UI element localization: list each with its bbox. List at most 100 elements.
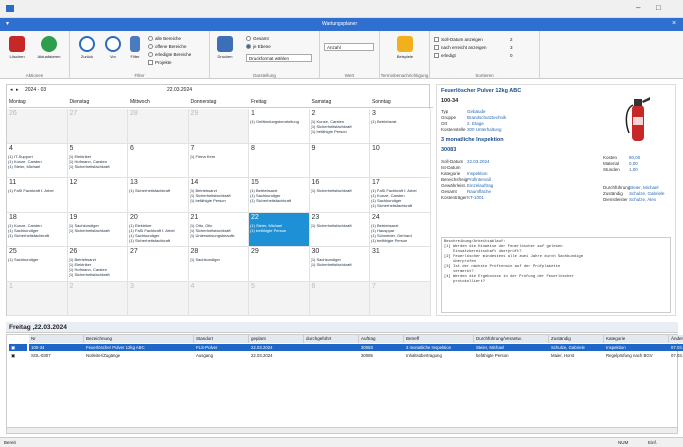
calendar-day-cell[interactable]: 22 (1) Steier, Michael (1) befähigte Perso… bbox=[249, 212, 310, 247]
per-level-radio[interactable]: je Ebene bbox=[246, 44, 271, 50]
refresh-button[interactable]: Aktualisieren bbox=[36, 36, 62, 59]
calendar-event[interactable]: (1) befähigte Person bbox=[311, 129, 369, 134]
calendar-event[interactable]: (1) Sicherheitsfachkraft bbox=[311, 262, 369, 267]
column-header[interactable]: Standort bbox=[194, 335, 249, 343]
column-header[interactable]: Betreff bbox=[404, 335, 474, 343]
all-areas-radio[interactable]: alle Bereiche bbox=[148, 36, 181, 42]
calendar-day-cell[interactable]: 2 bbox=[67, 281, 128, 316]
calendar-day-cell[interactable]: 26 bbox=[7, 109, 68, 144]
calendar-day-cell[interactable]: 25 (1) Sachkundiger bbox=[7, 247, 68, 282]
calendar-day-cell[interactable]: 23 (1) Sicherheitsfachkraft bbox=[309, 212, 370, 247]
calendar-day-cell[interactable]: 20 (1) Elektriker (1) FaSi Fachkraft f. Ar… bbox=[128, 212, 189, 247]
projects-checkbox[interactable]: Projekte bbox=[148, 60, 172, 66]
column-header[interactable]: Auftrag bbox=[359, 335, 404, 343]
minimize-button[interactable]: – bbox=[636, 3, 640, 12]
calendar-event[interactable]: (1) Betriebsrat bbox=[371, 119, 429, 124]
calendar-event[interactable]: (1) Sicherheitsfachkraft bbox=[129, 238, 187, 243]
calendar-day-cell[interactable]: 3 bbox=[128, 281, 189, 316]
calendar-day-cell[interactable]: 5 (1) Elektriker (1) Hofmann, Carsten (1) S… bbox=[67, 143, 128, 178]
done-checkbox[interactable]: erledigt bbox=[434, 53, 456, 59]
calendar-event[interactable]: (1) Firma Kern bbox=[190, 154, 248, 159]
calendar-event[interactable]: (1) Gefährdungsbeurteilung bbox=[250, 119, 308, 124]
calendar-day-cell[interactable]: 6 bbox=[309, 281, 370, 316]
calendar-day-cell[interactable]: 28 (1) Sachkundiger bbox=[188, 247, 249, 282]
calendar-event[interactable]: (1) Sachkundiger bbox=[8, 257, 66, 262]
done-areas-radio[interactable]: erledigte Bereiche bbox=[148, 52, 191, 58]
calendar-day-cell[interactable]: 17 (1) FaSi Fachkraft f. Arbei (1) Kunze, … bbox=[370, 178, 431, 213]
forward-button[interactable]: Vor bbox=[100, 36, 126, 59]
calendar-day-cell[interactable]: 11 (1) FaSi Fachkraft f. Arbei bbox=[7, 178, 68, 213]
maximize-button[interactable]: □ bbox=[656, 3, 661, 12]
calendar-event[interactable]: (1) Sachkundiger bbox=[190, 257, 248, 262]
calendar-day-cell[interactable]: 10 bbox=[370, 143, 431, 178]
calendar-day-cell[interactable]: 30 (1) Sachkundiger (1) Sicherheitsfachkra… bbox=[309, 247, 370, 282]
calendar-event[interactable]: (1) befähigte Person bbox=[371, 238, 429, 243]
calendar-day-cell[interactable]: 1 (1) Gefährdungsbeurteilung bbox=[249, 109, 310, 144]
column-header[interactable]: durchgeführt bbox=[304, 335, 359, 343]
file-menu-button[interactable]: ▾ bbox=[6, 20, 9, 27]
calendar-event[interactable]: (1) FaSi Fachkraft f. Arbei bbox=[8, 188, 66, 193]
delete-button[interactable]: Löschen bbox=[4, 36, 30, 59]
print-button[interactable]: Drucken bbox=[212, 36, 238, 59]
calendar-day-cell[interactable]: 21 (1) Otto, Olin (1) Sicherheitsfachkraft… bbox=[188, 212, 249, 247]
open-areas-radio[interactable]: offene Bereiche bbox=[148, 44, 186, 50]
horizontal-scrollbar[interactable] bbox=[7, 427, 677, 433]
calendar-day-cell[interactable]: 6 bbox=[128, 143, 189, 178]
calendar-day-cell[interactable]: 24 (1) Betriebsarzt (1) Hausppar (1) Schnei… bbox=[370, 212, 431, 247]
show-reached-checkbox[interactable]: nach erreicht anzeigen bbox=[434, 45, 487, 51]
calendar-event[interactable]: (1) Sicherheitsfachkraft bbox=[250, 198, 308, 203]
calendar-event[interactable]: (1) befähigte Person bbox=[250, 228, 308, 233]
calendar-event[interactable]: (1) Unterweisungsbeauftr. bbox=[190, 233, 248, 238]
calendar-day-cell[interactable]: 18 (1) Kunze, Carsten (1) Sachkundiger (1) … bbox=[7, 212, 68, 247]
work-instructions[interactable]: Beschreibung/Arbeitsablauf: [1] Werden di… bbox=[441, 237, 671, 313]
calendar-day-cell[interactable]: 8 bbox=[249, 143, 310, 178]
calendar-day-cell[interactable]: 27 bbox=[67, 109, 128, 144]
calendar-event[interactable]: (1) Sicherheitsfachkraft bbox=[69, 272, 127, 277]
column-header[interactable]: Zuständig bbox=[549, 335, 604, 343]
calendar-day-cell[interactable]: 14 (1) Betriebsarzt (1) Sicherheitsfachkra… bbox=[188, 178, 249, 213]
calendar-event[interactable]: (1) Sicherheitsfachkraft bbox=[311, 188, 369, 193]
calendar-day-cell[interactable]: 3 (1) Betriebsrat bbox=[370, 109, 431, 144]
calendar-day-cell[interactable]: 27 bbox=[128, 247, 189, 282]
calendar-day-cell[interactable]: 7 bbox=[370, 281, 431, 316]
column-header[interactable]: geplant bbox=[249, 335, 304, 343]
examples-button[interactable]: Beispiele bbox=[392, 36, 418, 59]
prev-month-icon[interactable]: ◂ bbox=[10, 87, 13, 93]
calendar-day-cell[interactable]: 16 (1) Sicherheitsfachkraft bbox=[309, 178, 370, 213]
print-format-combo[interactable]: Druckformat wählen bbox=[246, 54, 312, 62]
calendar-day-cell[interactable]: 28 bbox=[128, 109, 189, 144]
column-header[interactable]: Nr bbox=[29, 335, 84, 343]
calendar-event[interactable]: (1) Steier, Michael bbox=[8, 164, 66, 169]
calendar-day-cell[interactable]: 31 bbox=[370, 247, 431, 282]
calendar-day-cell[interactable]: 12 bbox=[67, 178, 128, 213]
calendar-day-cell[interactable]: 15 (1) Betriebsarzt (1) Sachkundiger (1) Si… bbox=[249, 178, 310, 213]
calendar-event[interactable]: (1) Sicherheitsfachkraft bbox=[8, 233, 66, 238]
calendar-event[interactable]: (1) Sicherheitsfachkraft bbox=[69, 164, 127, 169]
calendar-day-cell[interactable]: 29 bbox=[249, 247, 310, 282]
value-combo[interactable]: Anzahl bbox=[324, 43, 374, 51]
calendar-day-cell[interactable]: 29 bbox=[188, 109, 249, 144]
show-target-date-checkbox[interactable]: Soll-Datum anzeigen bbox=[434, 37, 483, 43]
calendar-day-cell[interactable]: 13 (1) Sicherheitsfachkraft bbox=[128, 178, 189, 213]
filter-button[interactable]: Filter bbox=[126, 36, 144, 59]
calendar-day-cell[interactable]: 19 (1) Sachkundiger (1) Sicherheitsfachkra… bbox=[67, 212, 128, 247]
calendar-day-cell[interactable]: 2 (1) Kunze, Carsten (1) Sicherheitsfachkr… bbox=[309, 109, 370, 144]
column-header[interactable]: Kategorie bbox=[604, 335, 669, 343]
calendar-event[interactable]: (1) Sicherheitsfachkraft bbox=[311, 223, 369, 228]
column-header[interactable]: Durchführung/Verantw. bbox=[474, 335, 549, 343]
column-header[interactable]: Bezeichnung bbox=[84, 335, 194, 343]
calendar-event[interactable]: (1) Sicherheitsfachkraft bbox=[129, 188, 187, 193]
calendar-event[interactable]: (1) befähigte Person bbox=[190, 198, 248, 203]
calendar-event[interactable]: (1) Sicherheitsfachkraft bbox=[371, 203, 429, 208]
close-ribbon-button[interactable]: × bbox=[672, 20, 676, 27]
calendar-day-cell[interactable]: 26 (1) Betriebsarzt (1) Elektriker (1) Hofm… bbox=[67, 247, 128, 282]
calendar-day-cell[interactable]: 7 (1) Firma Kern bbox=[188, 143, 249, 178]
calendar-day-cell[interactable]: 5 bbox=[249, 281, 310, 316]
calendar-day-cell[interactable]: 4 (1) IT-Support (1) Kunze, Carsten (1) Ste… bbox=[7, 143, 68, 178]
back-button[interactable]: Zurück bbox=[74, 36, 100, 59]
total-radio[interactable]: Gesamt bbox=[246, 36, 269, 42]
column-header[interactable]: Änderung bbox=[669, 335, 683, 343]
calendar-day-cell[interactable]: 4 bbox=[188, 281, 249, 316]
calendar-event[interactable]: (1) Sicherheitsfachkraft bbox=[69, 228, 127, 233]
next-month-icon[interactable]: ▸ bbox=[16, 87, 19, 93]
